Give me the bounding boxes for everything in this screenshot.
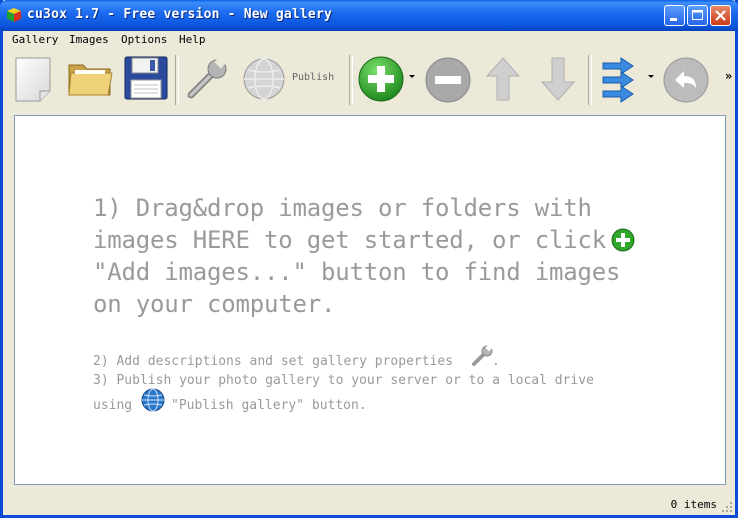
- instruction-line-5: 2) Add descriptions and set gallery prop…: [93, 354, 454, 369]
- wrench-settings-icon[interactable]: [183, 57, 231, 101]
- arrange-arrows-icon[interactable]: [601, 55, 637, 103]
- move-down-arrow-icon: [540, 57, 576, 101]
- toolbar-separator: [175, 55, 179, 105]
- item-count-status: 0 items: [670, 498, 717, 511]
- menu-gallery[interactable]: Gallery: [12, 33, 58, 46]
- instruction-line-5-end: .: [492, 354, 500, 369]
- toolbar: Publish »: [3, 49, 735, 109]
- instruction-line-2: images HERE to get started, or click: [93, 226, 606, 254]
- resize-grip-icon[interactable]: [721, 501, 733, 513]
- arrange-dropdown-arrow-icon[interactable]: [648, 75, 654, 78]
- minimize-button[interactable]: [664, 5, 685, 26]
- publish-globe-inline-icon: [141, 388, 165, 412]
- close-icon: [715, 10, 726, 21]
- menu-help[interactable]: Help: [179, 33, 206, 46]
- add-dropdown-arrow-icon[interactable]: [409, 75, 415, 78]
- open-folder-icon[interactable]: [66, 59, 114, 99]
- instruction-line-6: 3) Publish your photo gallery to your se…: [93, 373, 594, 388]
- move-up-arrow-icon: [485, 57, 521, 101]
- instruction-line-1: 1) Drag&drop images or folders with: [93, 194, 592, 222]
- menu-bar: Gallery Images Options Help: [3, 31, 735, 49]
- publish-globe-icon[interactable]: [242, 57, 286, 101]
- status-bar: 0 items: [3, 494, 735, 515]
- remove-image-icon: [425, 57, 471, 103]
- menu-options[interactable]: Options: [121, 33, 167, 46]
- instruction-line-3: "Add images..." button to find images: [93, 258, 621, 286]
- new-document-icon[interactable]: [12, 55, 56, 103]
- toolbar-separator: [349, 55, 353, 105]
- instruction-line-7-start: using: [93, 398, 133, 413]
- app-cube-icon: [7, 8, 21, 22]
- maximize-icon: [692, 10, 703, 20]
- window-title: cu3ox 1.7 - Free version - New gallery: [27, 7, 333, 22]
- maximize-button[interactable]: [687, 5, 708, 26]
- instruction-line-4: on your computer.: [93, 290, 336, 318]
- app-window: cu3ox 1.7 - Free version - New gallery G…: [0, 0, 738, 518]
- toolbar-overflow-chevron[interactable]: »: [725, 69, 732, 83]
- close-button[interactable]: [710, 5, 731, 26]
- publish-button-label[interactable]: Publish: [292, 72, 334, 83]
- undo-icon: [663, 57, 709, 103]
- wrench-inline-icon: [472, 345, 493, 366]
- save-disk-icon[interactable]: [123, 55, 169, 101]
- add-images-inline-icon: [611, 228, 635, 252]
- minimize-icon: [670, 18, 677, 21]
- menu-images[interactable]: Images: [69, 33, 109, 46]
- title-bar[interactable]: cu3ox 1.7 - Free version - New gallery: [0, 0, 738, 31]
- gallery-drop-area[interactable]: 1) Drag&drop images or folders with imag…: [14, 115, 726, 485]
- instruction-line-7-end: "Publish gallery" button.: [171, 398, 367, 413]
- add-images-icon[interactable]: [357, 55, 405, 103]
- toolbar-separator: [588, 55, 592, 105]
